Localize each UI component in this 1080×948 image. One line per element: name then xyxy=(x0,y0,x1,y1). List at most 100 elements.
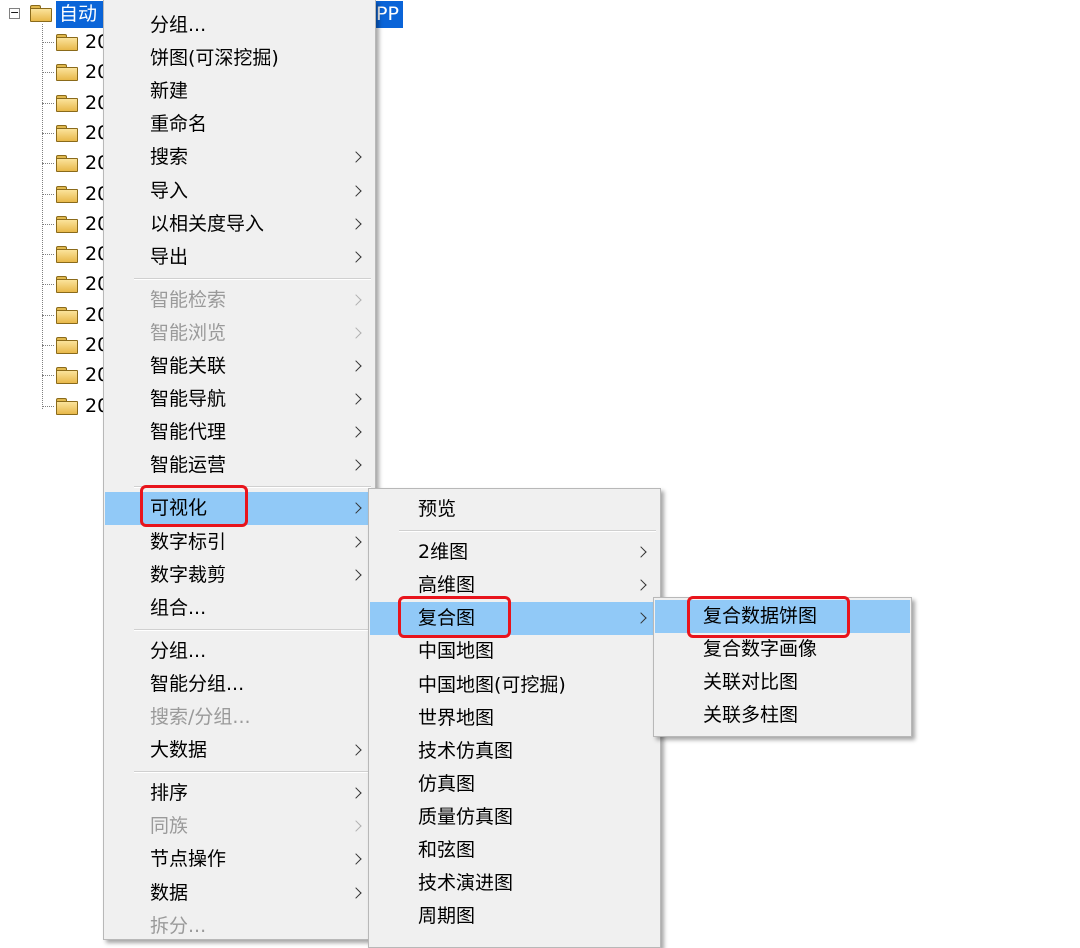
menu3-item[interactable]: 关联多柱图 xyxy=(655,699,910,732)
menu3-item[interactable]: 复合数字画像 xyxy=(655,633,910,666)
tree-connector xyxy=(42,102,54,104)
menu3-item[interactable]: 复合数据饼图 xyxy=(655,600,910,633)
menu1-item[interactable]: 智能分组... xyxy=(105,668,374,701)
chevron-right-icon xyxy=(350,360,362,372)
menu2-item[interactable]: 世界地图 xyxy=(370,702,659,735)
chevron-right-icon xyxy=(350,294,362,306)
menu-item-label: 重命名 xyxy=(150,113,208,136)
menu-item-label: 2维图 xyxy=(418,541,469,564)
menu1-item[interactable]: 以相关度导入 xyxy=(105,208,374,241)
chevron-right-icon xyxy=(350,151,362,164)
menu-item-label: 智能检索 xyxy=(150,288,227,311)
menu-item-label: 组合... xyxy=(150,596,207,619)
folder-open-icon xyxy=(30,5,52,22)
menu2-item[interactable]: 预览 xyxy=(370,493,659,526)
tree-root-label-tail[interactable]: PP xyxy=(374,1,403,28)
tree-connector xyxy=(42,314,54,316)
menu1-item: 智能检索 xyxy=(105,284,374,317)
menu-item-label: 关联对比图 xyxy=(703,671,799,694)
menu-item-label: 饼图(可深挖掘) xyxy=(150,47,279,70)
menu-item-label: 同族 xyxy=(150,815,189,838)
menu1-item[interactable]: 数字标引 xyxy=(105,526,374,559)
menu1-item[interactable]: 智能运营 xyxy=(105,449,374,482)
menu2-item[interactable]: 周期图 xyxy=(370,900,659,933)
menu3-item[interactable]: 关联对比图 xyxy=(655,666,910,699)
menu1-item[interactable]: 智能关联 xyxy=(105,350,374,383)
folder-icon xyxy=(56,367,78,385)
menu-item-label: 节点操作 xyxy=(150,848,227,871)
menu2-item[interactable]: 中国地图 xyxy=(370,635,659,668)
menu-item-label: 周期图 xyxy=(418,905,476,928)
menu1-item[interactable]: 分组... xyxy=(105,9,374,42)
folder-icon xyxy=(56,124,78,142)
menu2-item[interactable]: 仿真图 xyxy=(370,768,659,801)
folder-icon xyxy=(56,155,78,173)
menu-item-label: 智能导航 xyxy=(150,388,227,411)
menu-item-label: 和弦图 xyxy=(418,839,476,861)
menu-item-label: 技术仿真图 xyxy=(418,739,514,762)
menu1-item[interactable]: 搜索 xyxy=(105,141,374,174)
menu2-item[interactable]: 和弦图 xyxy=(370,834,659,867)
menu-item-label: 排序 xyxy=(150,782,189,805)
menu-item-label: 分组... xyxy=(150,639,207,662)
menu-separator xyxy=(134,628,371,631)
menu-item-label: 智能运营 xyxy=(150,454,227,477)
menu2-item[interactable]: 技术仿真图 xyxy=(370,735,659,768)
menu-item-label: 世界地图 xyxy=(418,706,495,729)
menu-item-label: 拆分... xyxy=(150,914,207,937)
tree-connector xyxy=(42,223,54,225)
tree-connector xyxy=(42,72,54,74)
menu-item-label: 导出 xyxy=(150,245,189,268)
menu1-item[interactable]: 智能代理 xyxy=(105,416,374,449)
menu-item-label: 数字裁剪 xyxy=(150,563,227,586)
chevron-right-icon xyxy=(350,459,362,471)
collapse-toggle-icon[interactable]: − xyxy=(9,7,20,19)
menu2-item[interactable]: 复合图 xyxy=(370,602,659,636)
menu1-item[interactable]: 重命名 xyxy=(105,108,374,141)
menu1-item[interactable]: 数据 xyxy=(105,877,374,910)
menu2-item[interactable]: 中国地图(可挖掘) xyxy=(370,669,659,702)
menu-separator xyxy=(134,771,371,774)
menu-item-label: 数字标引 xyxy=(150,530,227,553)
chevron-right-icon xyxy=(350,787,362,799)
chevron-right-icon xyxy=(350,217,362,230)
menu-item-label: 智能关联 xyxy=(150,355,227,377)
menu2-item[interactable]: 高维图 xyxy=(370,569,659,602)
menu2-item[interactable]: 2维图 xyxy=(370,536,659,569)
tree-connector xyxy=(42,193,54,195)
menu-item-label: 大数据 xyxy=(150,739,208,762)
folder-icon xyxy=(56,94,78,112)
folder-icon xyxy=(56,306,78,324)
menu1-item[interactable]: 智能导航 xyxy=(105,383,374,416)
menu1-item[interactable]: 组合... xyxy=(105,592,374,625)
menu-item-label: 中国地图 xyxy=(418,640,495,663)
menu1-item[interactable]: 新建 xyxy=(105,75,374,108)
menu1-item[interactable]: 排序 xyxy=(105,777,374,810)
folder-icon xyxy=(56,185,78,203)
folder-icon xyxy=(56,276,78,294)
menu2-item[interactable]: 技术演进图 xyxy=(370,867,659,900)
chevron-right-icon xyxy=(350,327,362,339)
menu1-item[interactable]: 导出 xyxy=(105,241,374,274)
context-menu: 分组... 饼图(可深挖掘) 新建 重命名 搜索 导入 以相关度导入 导出 智能检索 智能浏览 智能… xyxy=(103,0,376,940)
tree-connector-line xyxy=(42,24,43,409)
chevron-right-icon xyxy=(350,568,362,581)
chevron-right-icon xyxy=(350,426,362,438)
menu1-item[interactable]: 数字裁剪 xyxy=(105,559,374,592)
menu-item-label: 搜索/分组... xyxy=(150,706,251,728)
menu1-item[interactable]: 分组... xyxy=(105,635,374,668)
menu1-item[interactable]: 饼图(可深挖掘) xyxy=(105,42,374,75)
folder-icon xyxy=(56,215,78,233)
menu-item-label: 仿真图 xyxy=(418,772,476,795)
menu1-item[interactable]: 可视化 xyxy=(105,492,374,526)
menu1-item[interactable]: 导入 xyxy=(105,175,374,208)
menu-item-label: 高维图 xyxy=(418,574,476,597)
chevron-right-icon xyxy=(350,820,362,832)
folder-icon xyxy=(56,34,78,51)
menu2-item[interactable]: 质量仿真图 xyxy=(370,801,659,834)
tree-connector xyxy=(42,284,54,286)
chevron-right-icon xyxy=(350,251,362,263)
menu1-item: 搜索/分组... xyxy=(105,701,374,734)
menu1-item[interactable]: 大数据 xyxy=(105,734,374,767)
menu1-item[interactable]: 节点操作 xyxy=(105,843,374,876)
